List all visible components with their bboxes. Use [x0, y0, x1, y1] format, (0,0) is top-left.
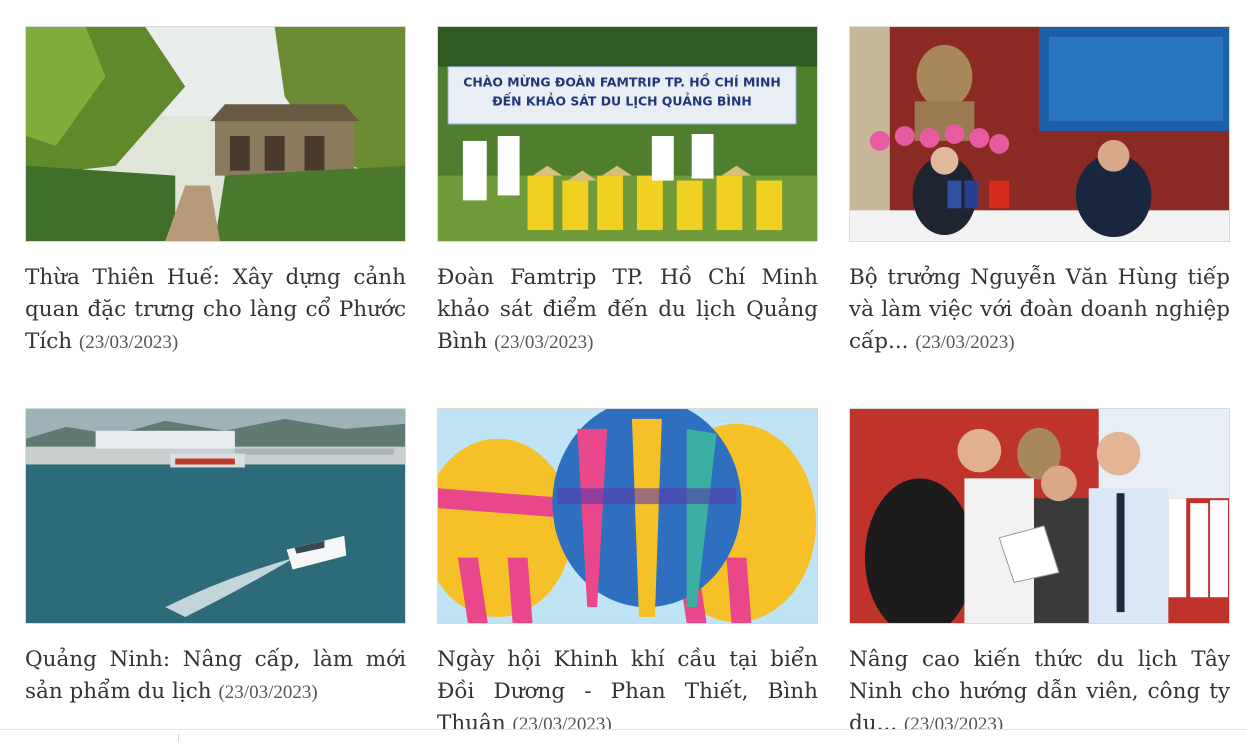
news-thumbnail-ceremony[interactable] [849, 408, 1230, 624]
news-thumbnail-balloons[interactable] [437, 408, 818, 624]
garden-house-image [26, 27, 405, 241]
bay-boat-image [26, 409, 405, 623]
news-caption: Đoàn Famtrip TP. Hồ Chí Minh khảo sát đi… [437, 262, 818, 359]
news-thumbnail-bay-boat[interactable] [25, 408, 406, 624]
news-caption: Bộ trưởng Nguyễn Văn Hùng tiếp và làm vi… [849, 262, 1230, 359]
meeting-image [850, 27, 1229, 241]
ceremony-image [850, 409, 1229, 623]
news-thumbnail-garden-house[interactable] [25, 26, 406, 242]
news-caption: Thừa Thiên Huế: Xây dựng cảnh quan đặc t… [25, 262, 406, 359]
news-caption: Ngày hội Khinh khí cầu tại biển Đồi Dươn… [437, 644, 818, 741]
banner-line-1: CHÀO MỪNG ĐOÀN FAMTRIP TP. HỒ CHÍ MINH [463, 72, 780, 89]
news-title-link[interactable]: Quảng Ninh: Nâng cấp, làm mới sản phẩm d… [25, 647, 406, 704]
balloons-image [438, 409, 817, 623]
news-date: (23/03/2023) [494, 332, 594, 353]
news-thumbnail-meeting[interactable] [849, 26, 1230, 242]
news-caption: Quảng Ninh: Nâng cấp, làm mới sản phẩm d… [25, 644, 406, 709]
news-date: (23/03/2023) [78, 332, 179, 353]
news-date: (23/03/2023) [218, 682, 318, 703]
news-title-link[interactable]: Ngày hội Khinh khí cầu tại biển Đồi Dươn… [437, 647, 818, 736]
news-caption: Nâng cao kiến thức du lịch Tây Ninh cho … [849, 644, 1230, 741]
news-title-link[interactable]: Bộ trưởng Nguyễn Văn Hùng tiếp và làm vi… [849, 265, 1230, 354]
banner-line-2: ĐẾN KHẢO SÁT DU LỊCH QUẢNG BÌNH [492, 92, 752, 108]
news-grid: Thừa Thiên Huế: Xây dựng cảnh quan đặc t… [0, 0, 1247, 741]
group-banner-image: CHÀO MỪNG ĐOÀN FAMTRIP TP. HỒ CHÍ MINH Đ… [438, 27, 817, 241]
news-thumbnail-group-banner[interactable]: CHÀO MỪNG ĐOÀN FAMTRIP TP. HỒ CHÍ MINH Đ… [437, 26, 818, 242]
bottom-divider [0, 729, 1247, 742]
news-date: (23/03/2023) [915, 332, 1015, 353]
